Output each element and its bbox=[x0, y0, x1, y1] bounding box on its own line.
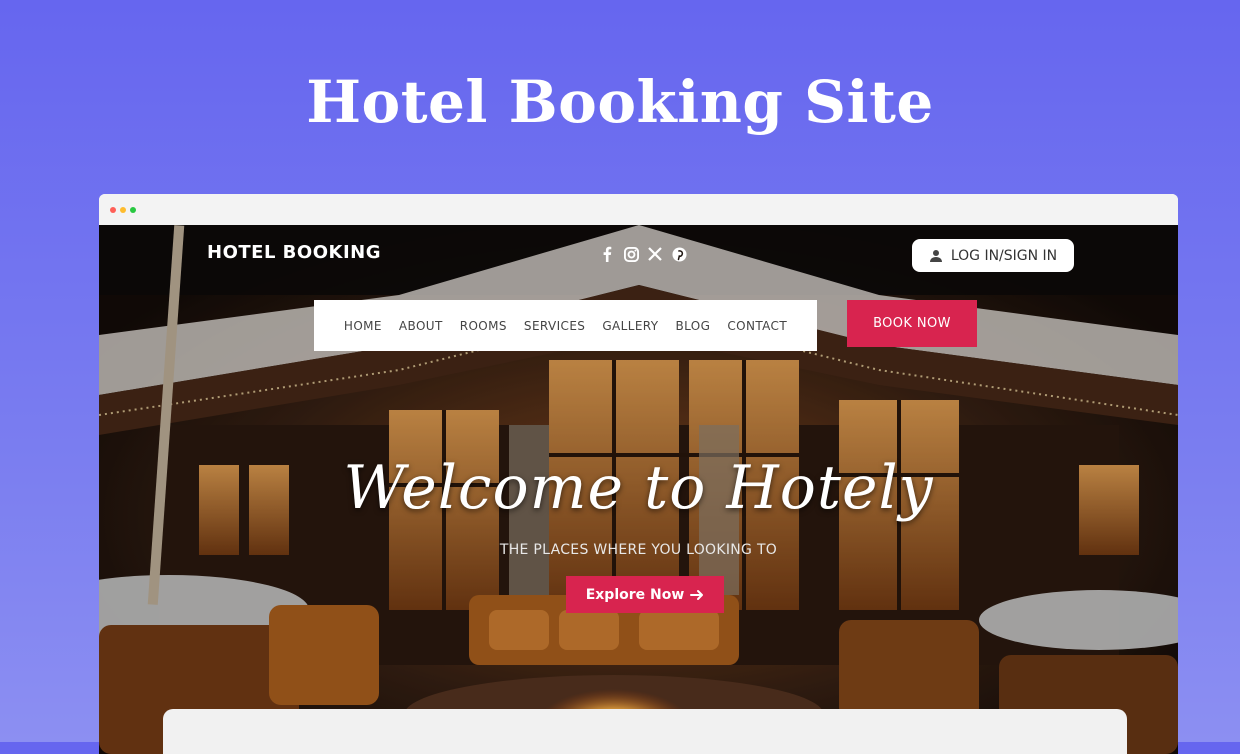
nav-item-rooms[interactable]: ROOMS bbox=[460, 319, 507, 333]
nav-item-gallery[interactable]: GALLERY bbox=[602, 319, 658, 333]
login-button[interactable]: LOG IN/SIGN IN bbox=[912, 239, 1074, 272]
nav-item-services[interactable]: SERVICES bbox=[524, 319, 585, 333]
hero-section: HOTEL BOOKING LOG IN/SIGN IN HOME ABOUT … bbox=[99, 225, 1178, 754]
browser-chrome bbox=[99, 194, 1178, 226]
maximize-dot-icon[interactable] bbox=[130, 207, 136, 213]
instagram-icon[interactable] bbox=[623, 246, 639, 262]
hero-subheading: THE PLACES WHERE YOU LOOKING TO bbox=[499, 542, 778, 558]
main-navigation: HOME ABOUT ROOMS SERVICES GALLERY BLOG C… bbox=[314, 300, 817, 351]
explore-now-button[interactable]: Explore Now bbox=[566, 576, 724, 613]
browser-window: HOTEL BOOKING LOG IN/SIGN IN HOME ABOUT … bbox=[99, 194, 1178, 754]
booking-panel bbox=[163, 709, 1127, 754]
hero-heading: Welcome to Hotely bbox=[343, 453, 934, 523]
close-dot-icon[interactable] bbox=[110, 207, 116, 213]
user-icon bbox=[929, 249, 942, 262]
social-links bbox=[599, 246, 687, 262]
arrow-right-icon bbox=[690, 589, 704, 600]
site-brand[interactable]: HOTEL BOOKING bbox=[207, 242, 381, 263]
pinterest-icon[interactable] bbox=[671, 246, 687, 262]
nav-item-blog[interactable]: BLOG bbox=[676, 319, 711, 333]
page-title: Hotel Booking Site bbox=[306, 68, 934, 136]
nav-item-about[interactable]: ABOUT bbox=[399, 319, 443, 333]
explore-now-label: Explore Now bbox=[585, 586, 685, 603]
book-now-button[interactable]: BOOK NOW bbox=[847, 300, 977, 347]
nav-item-contact[interactable]: CONTACT bbox=[727, 319, 787, 333]
facebook-icon[interactable] bbox=[599, 246, 615, 262]
minimize-dot-icon[interactable] bbox=[120, 207, 126, 213]
nav-item-home[interactable]: HOME bbox=[344, 319, 382, 333]
x-icon[interactable] bbox=[647, 246, 663, 262]
login-label: LOG IN/SIGN IN bbox=[950, 247, 1058, 264]
